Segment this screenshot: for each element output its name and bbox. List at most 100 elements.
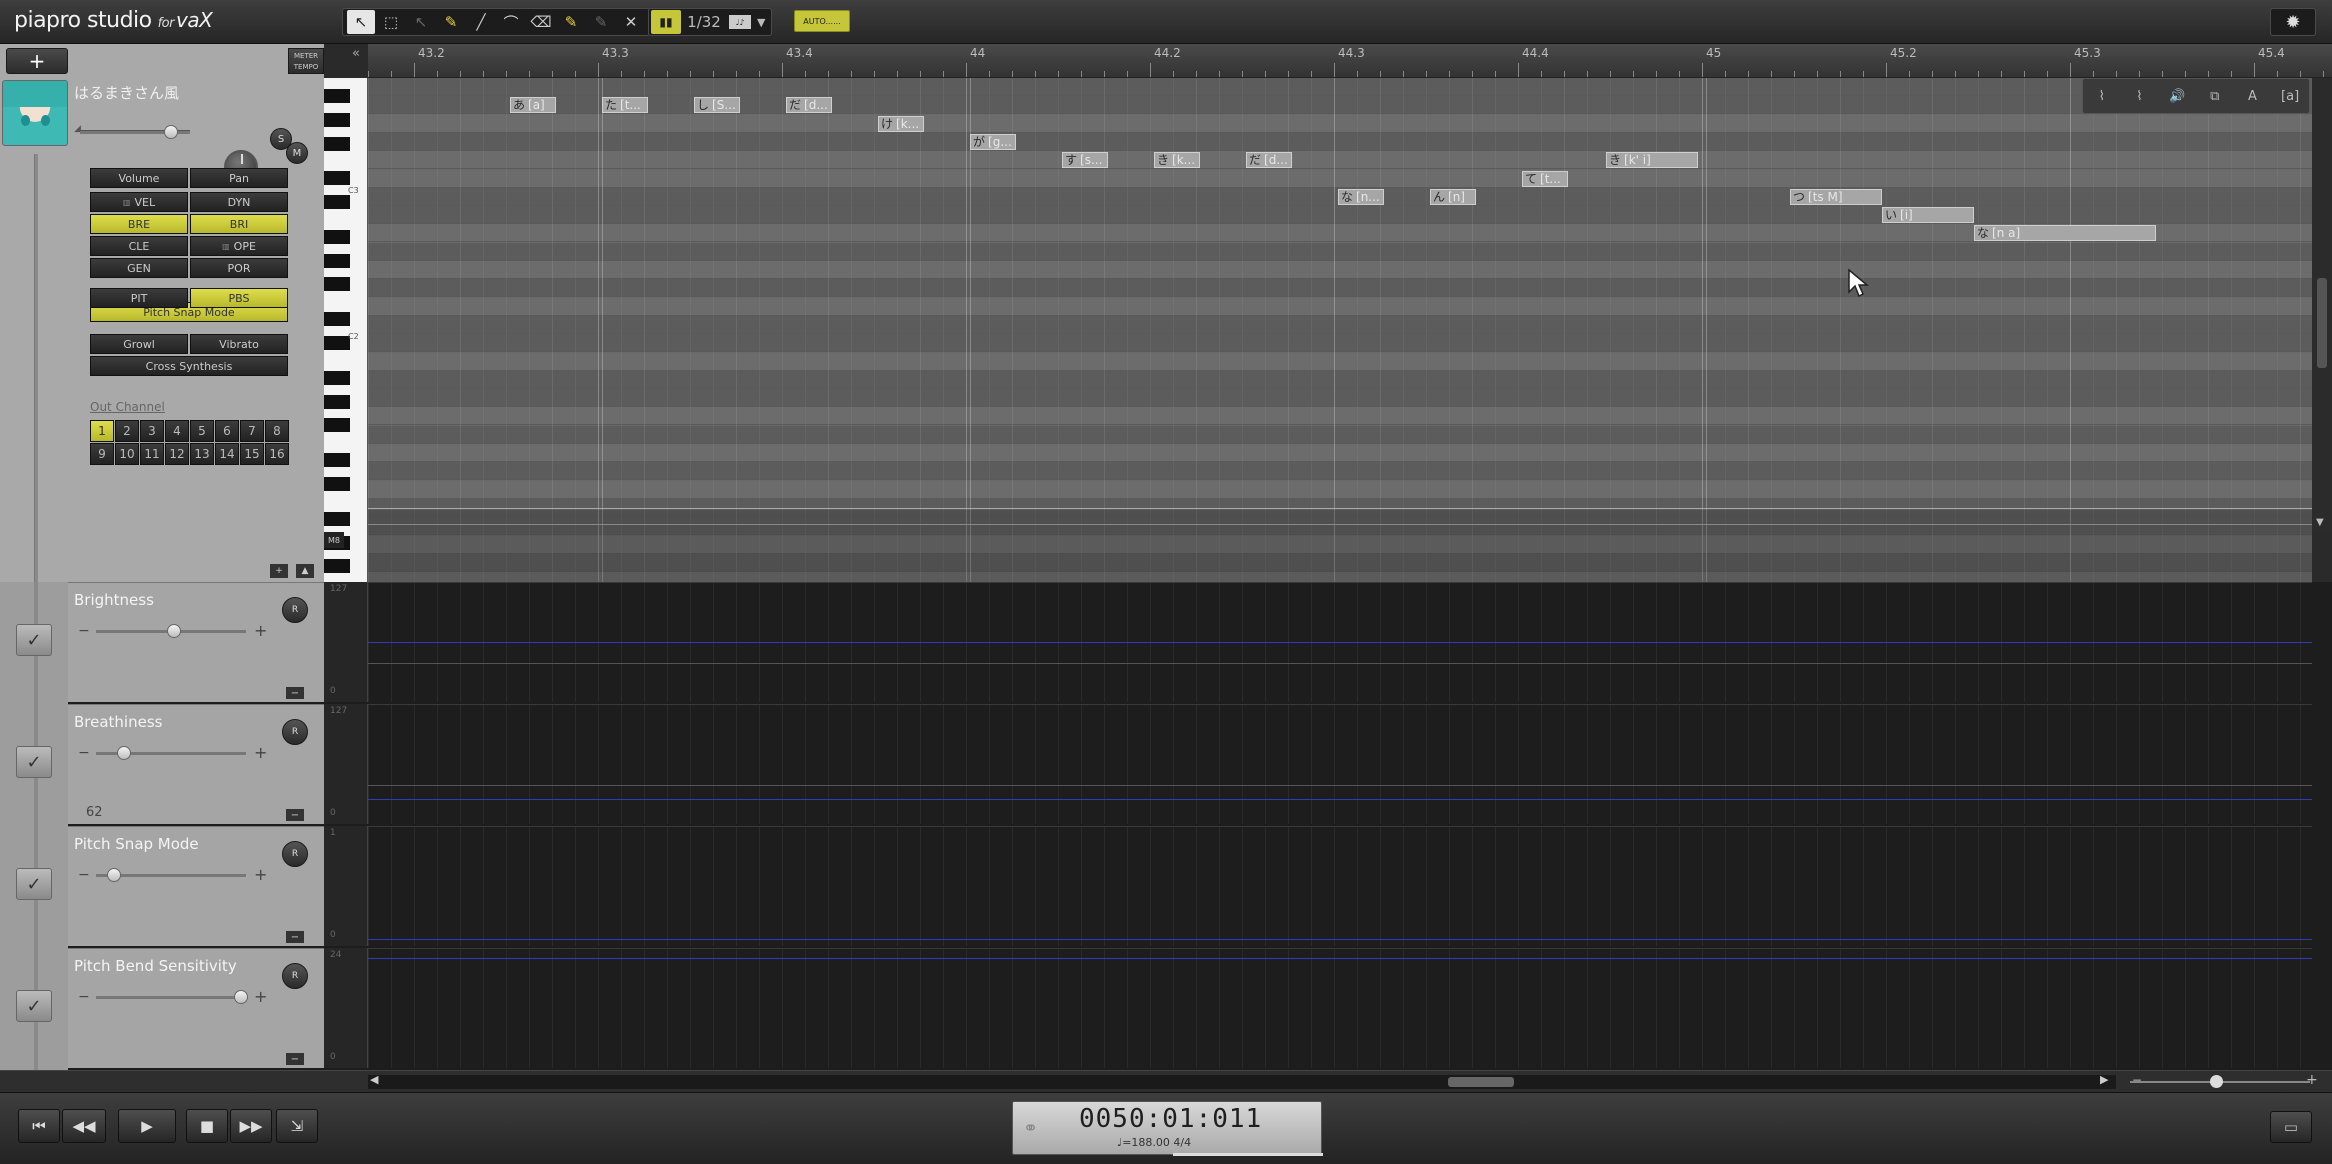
play-button[interactable]: ▶ xyxy=(118,1109,176,1143)
piano-keyboard[interactable]: C3 C2 xyxy=(324,78,368,582)
out-channel-7[interactable]: 7 xyxy=(240,420,264,442)
pencil-tool-icon[interactable]: ✎ xyxy=(437,10,465,34)
param-cle-button[interactable]: CLE xyxy=(90,236,188,256)
copy-icon[interactable]: ⧉ xyxy=(2203,85,2227,107)
minus-icon[interactable]: − xyxy=(78,745,90,761)
param-bre-button[interactable]: BRE xyxy=(90,214,188,234)
volume-slider[interactable] xyxy=(80,125,190,139)
close-tool-icon[interactable]: ✕ xyxy=(617,10,645,34)
curve-tool-icon[interactable]: ⌒ xyxy=(497,10,525,34)
lyric-icon[interactable]: A xyxy=(2240,85,2264,107)
select-tool-icon[interactable]: ↖ xyxy=(347,10,375,34)
param-por-button[interactable]: POR xyxy=(190,258,288,278)
plus-icon[interactable]: + xyxy=(254,743,267,762)
loop-button[interactable]: ⇲ xyxy=(276,1109,318,1143)
black-key[interactable] xyxy=(324,418,350,433)
vibrato-button[interactable]: Vibrato xyxy=(190,334,288,354)
out-channel-2[interactable]: 2 xyxy=(115,420,139,442)
pitch-curve-alt-icon[interactable]: ⌇ xyxy=(2127,85,2151,107)
plus-icon[interactable]: + xyxy=(254,987,267,1006)
black-key[interactable] xyxy=(324,394,350,409)
lane-value-line[interactable] xyxy=(368,642,2312,643)
lane-slider[interactable] xyxy=(96,746,246,760)
note[interactable]: が [g... xyxy=(970,133,1016,150)
note[interactable]: な [n a] xyxy=(1974,225,2156,242)
lane-slider[interactable] xyxy=(96,624,246,638)
param-dyn-button[interactable]: DYN xyxy=(190,192,288,212)
lane-slider-knob[interactable] xyxy=(234,990,248,1004)
note[interactable]: つ [ts M] xyxy=(1790,188,1882,205)
vertical-scroll-thumb[interactable] xyxy=(2317,278,2327,368)
line-tool-icon[interactable]: ╱ xyxy=(467,10,495,34)
param-ope-button[interactable]: ▥ OPE xyxy=(190,236,288,256)
scroll-right-icon[interactable]: ▶ xyxy=(2100,1073,2108,1086)
cross-synthesis-button[interactable]: Cross Synthesis xyxy=(90,356,288,376)
speaker-icon[interactable]: 🔊 xyxy=(2165,85,2189,107)
plus-icon[interactable]: + xyxy=(254,621,267,640)
out-channel-8[interactable]: 8 xyxy=(265,420,289,442)
minus-icon[interactable]: − xyxy=(78,623,90,639)
lane-visible-checkbox[interactable]: ✓ xyxy=(16,624,52,656)
add-lane-button[interactable]: + xyxy=(270,564,288,578)
collapse-lane-button[interactable]: − xyxy=(286,809,304,821)
lane-slider[interactable] xyxy=(96,868,246,882)
lane-slider-knob[interactable] xyxy=(107,868,121,882)
lane-visible-checkbox[interactable]: ✓ xyxy=(16,746,52,778)
lane-graph[interactable] xyxy=(368,826,2312,946)
black-key[interactable] xyxy=(324,136,350,151)
out-channel-9[interactable]: 9 xyxy=(90,443,114,465)
param-gen-button[interactable]: GEN xyxy=(90,258,188,278)
black-key[interactable] xyxy=(324,253,350,268)
param-vel-button[interactable]: ▥ VEL xyxy=(90,192,188,212)
collapse-up-button[interactable]: ▲ xyxy=(296,564,314,578)
out-channel-15[interactable]: 15 xyxy=(240,443,264,465)
timeline-ruler[interactable]: 43.2 43.3 43.4 44 44.2 44.3 44.4 45 45.2 45.3 45.4 xyxy=(368,44,2332,78)
eraser-tool-icon[interactable]: ⌫ xyxy=(527,10,555,34)
collapse-lane-button[interactable]: − xyxy=(286,931,304,943)
out-channel-4[interactable]: 4 xyxy=(165,420,189,442)
add-track-button[interactable]: + xyxy=(6,48,68,74)
out-channel-14[interactable]: 14 xyxy=(215,443,239,465)
param-volume-button[interactable]: Volume xyxy=(90,168,188,188)
black-key[interactable] xyxy=(324,476,350,491)
range-select-tool-icon[interactable]: ⬚ xyxy=(377,10,405,34)
zoom-out-icon[interactable]: − xyxy=(2132,1073,2142,1087)
rewind-button[interactable]: ◀◀ xyxy=(62,1109,106,1143)
out-channel-6[interactable]: 6 xyxy=(215,420,239,442)
lane-slider-knob[interactable] xyxy=(167,624,181,638)
lane-visible-checkbox[interactable]: ✓ xyxy=(16,868,52,900)
lane-graph[interactable] xyxy=(368,948,2312,1068)
piano-roll[interactable]: あ [a] た [t... し [S... だ [d... け [k... が [g... す [s...… xyxy=(368,78,2312,582)
param-pbs-button[interactable]: PBS xyxy=(190,288,288,308)
brush-tool-icon[interactable]: ✎ xyxy=(557,10,585,34)
phoneme-icon[interactable]: [a] xyxy=(2278,85,2302,107)
fast-forward-button[interactable]: ▶▶ xyxy=(230,1109,272,1143)
lane-value-line[interactable] xyxy=(368,939,2312,940)
note[interactable]: て [t... xyxy=(1522,170,1568,187)
lane-visible-checkbox[interactable]: ✓ xyxy=(16,990,52,1022)
note[interactable]: け [k... xyxy=(878,115,924,132)
black-key[interactable] xyxy=(324,277,350,292)
scroll-down-icon[interactable]: ▼ xyxy=(2316,517,2324,528)
out-channel-10[interactable]: 10 xyxy=(115,443,139,465)
note[interactable]: し [S... xyxy=(694,97,740,114)
out-channel-11[interactable]: 11 xyxy=(140,443,164,465)
voice-name[interactable]: はるまきさん風 xyxy=(74,82,179,103)
out-channel-1[interactable]: 1 xyxy=(90,420,114,442)
pitch-curve-icon[interactable]: ⌇ xyxy=(2090,85,2114,107)
zoom-slider-knob[interactable] xyxy=(2210,1075,2223,1088)
gear-icon[interactable]: ✹ xyxy=(2270,8,2316,36)
plus-icon[interactable]: + xyxy=(254,865,267,884)
quantize-icon[interactable]: ▮▮ xyxy=(651,10,681,34)
minus-icon[interactable]: − xyxy=(78,989,90,1005)
note[interactable]: す [s... xyxy=(1062,152,1108,169)
collapse-lane-button[interactable]: − xyxy=(286,687,304,699)
chevron-down-icon[interactable]: ▼ xyxy=(755,16,771,29)
param-pit-button[interactable]: PIT xyxy=(90,288,188,308)
black-key[interactable] xyxy=(324,112,350,127)
out-channel-5[interactable]: 5 xyxy=(190,420,214,442)
note[interactable]: ん [n] xyxy=(1430,188,1476,205)
black-key[interactable] xyxy=(324,511,350,526)
lane-slider[interactable] xyxy=(96,990,248,1004)
link-icon[interactable]: ⚭ xyxy=(1023,1118,1038,1139)
